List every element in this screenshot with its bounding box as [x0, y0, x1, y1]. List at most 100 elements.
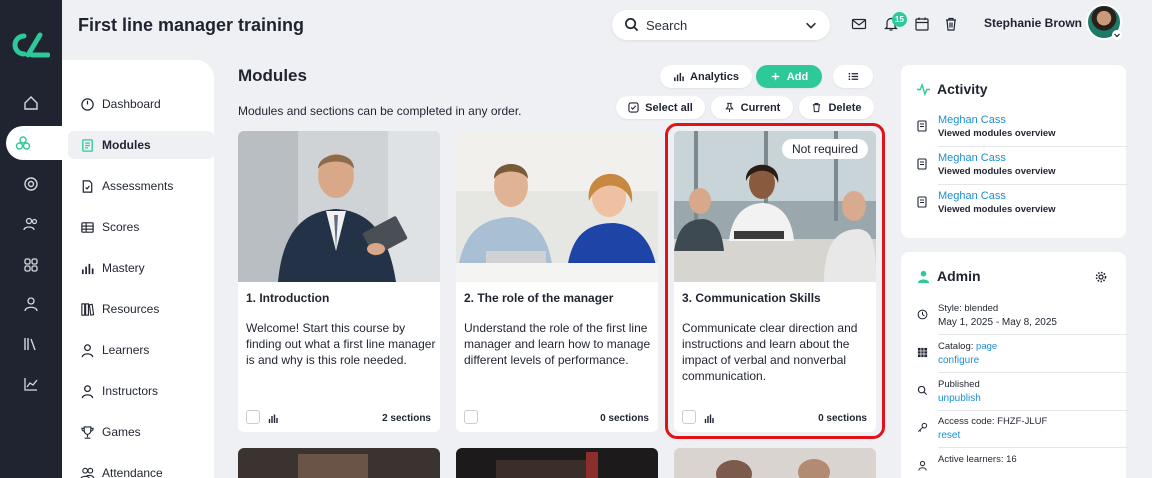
analytics-label: Analytics: [690, 70, 739, 83]
pulse-icon: [917, 83, 930, 96]
divider: [938, 184, 1128, 185]
trophy-icon: [81, 425, 94, 439]
courses-icon[interactable]: [6, 126, 62, 160]
add-button[interactable]: Add: [756, 65, 822, 88]
nav-item-learners[interactable]: Learners: [68, 336, 214, 364]
search-icon: [625, 18, 639, 32]
module-image: [456, 131, 658, 282]
add-label: Add: [786, 70, 809, 83]
nav-item-label: Learners: [102, 343, 150, 357]
nav-item-mastery[interactable]: Mastery: [68, 254, 214, 282]
target-icon[interactable]: [19, 172, 43, 196]
divider: [938, 372, 1128, 373]
admin-icon: [917, 270, 930, 284]
plus-icon: [771, 72, 779, 81]
configure-link[interactable]: configure: [938, 355, 979, 366]
people-icon: [80, 467, 95, 478]
delete-button[interactable]: Delete: [799, 96, 874, 119]
list-view-button[interactable]: [833, 65, 873, 88]
section-title: Modules: [238, 66, 307, 85]
gear-icon[interactable]: [1095, 271, 1107, 283]
reset-link[interactable]: reset: [938, 430, 960, 441]
module-card[interactable]: [238, 448, 440, 478]
divider: [938, 146, 1128, 147]
module-checkbox[interactable]: [246, 410, 260, 424]
checkbox-icon: [628, 102, 639, 113]
activity-text: Viewed modules overview: [938, 128, 1056, 139]
clock-icon: [917, 309, 928, 320]
admin-title: Admin: [937, 268, 981, 284]
chevron-down-icon[interactable]: [804, 18, 818, 32]
app-logo[interactable]: [10, 32, 50, 58]
nav-item-instructors[interactable]: Instructors: [68, 377, 214, 405]
section-count: 0 sections: [600, 413, 649, 424]
search-bar[interactable]: [612, 10, 830, 40]
unpublish-link[interactable]: unpublish: [938, 393, 981, 404]
module-card[interactable]: [456, 448, 658, 478]
nav-item-dashboard[interactable]: Dashboard: [68, 90, 214, 118]
activity-text: Viewed modules overview: [938, 204, 1056, 215]
nav-item-label: Scores: [102, 220, 140, 234]
bar-chart-icon: [81, 263, 94, 274]
catalog-label: Catalog:: [938, 341, 974, 352]
nav-item-attendance[interactable]: Attendance: [68, 459, 214, 478]
module-card[interactable]: 2. The role of the manager Understand th…: [456, 131, 658, 432]
nav-item-assessments[interactable]: Assessments: [68, 172, 214, 200]
nav-item-games[interactable]: Games: [68, 418, 214, 446]
divider: [938, 410, 1128, 411]
chevron-down-icon[interactable]: [1112, 30, 1122, 40]
nav-item-scores[interactable]: Scores: [68, 213, 214, 241]
selection-highlight: [665, 123, 885, 439]
nav-item-resources[interactable]: Resources: [68, 295, 214, 323]
current-button[interactable]: Current: [711, 96, 793, 119]
module-checkbox[interactable]: [464, 410, 478, 424]
activity-user-link[interactable]: Meghan Cass: [938, 152, 1006, 164]
catalog-page-link[interactable]: page: [976, 341, 997, 352]
module-card[interactable]: [674, 448, 876, 478]
trash-icon[interactable]: [943, 16, 959, 32]
nav-item-label: Attendance: [102, 466, 163, 478]
module-card[interactable]: 1. Introduction Welcome! Start this cour…: [238, 131, 440, 432]
divider: [938, 334, 1128, 335]
assessment-icon: [82, 179, 93, 193]
calendar-icon[interactable]: [914, 16, 930, 32]
module-title: 1. Introduction: [246, 291, 330, 305]
course-nav: Dashboard Modules Assessments Scores Mas…: [62, 60, 214, 478]
modules-icon: [82, 138, 93, 152]
activity-user-link[interactable]: Meghan Cass: [938, 114, 1006, 126]
current-label: Current: [740, 101, 781, 114]
section-count: 2 sections: [382, 413, 431, 424]
divider: [938, 447, 1128, 448]
delete-label: Delete: [828, 101, 862, 114]
date-range: May 1, 2025 - May 8, 2025: [938, 317, 1057, 328]
bar-chart-icon: [674, 72, 684, 82]
pin-icon: [724, 102, 734, 113]
search-input[interactable]: [646, 16, 796, 34]
user-name[interactable]: Stephanie Brown: [984, 16, 1082, 30]
table-icon: [81, 221, 94, 233]
person-icon: [81, 343, 94, 357]
analytics-button[interactable]: Analytics: [660, 65, 752, 88]
activity-text: Viewed modules overview: [938, 166, 1056, 177]
grid-icon[interactable]: [19, 253, 43, 277]
list-icon: [848, 72, 858, 81]
nav-item-modules[interactable]: Modules: [68, 131, 214, 159]
profile-icon[interactable]: [19, 292, 43, 316]
nav-item-label: Mastery: [102, 261, 145, 275]
document-icon: [917, 120, 927, 132]
nav-item-label: Modules: [102, 138, 151, 152]
activity-title: Activity: [937, 81, 988, 97]
catalog-icon: [917, 347, 928, 358]
search-icon: [917, 385, 928, 396]
bar-chart-icon[interactable]: [268, 414, 278, 423]
library-icon[interactable]: [19, 332, 43, 356]
mail-icon[interactable]: [851, 16, 867, 32]
home-icon[interactable]: [19, 91, 43, 115]
users-icon[interactable]: [19, 212, 43, 236]
analytics-icon[interactable]: [19, 372, 43, 396]
select-all-button[interactable]: Select all: [616, 96, 705, 119]
notification-badge: 15: [892, 12, 907, 27]
nav-item-label: Instructors: [102, 384, 159, 398]
document-icon: [917, 196, 927, 208]
activity-user-link[interactable]: Meghan Cass: [938, 190, 1006, 202]
